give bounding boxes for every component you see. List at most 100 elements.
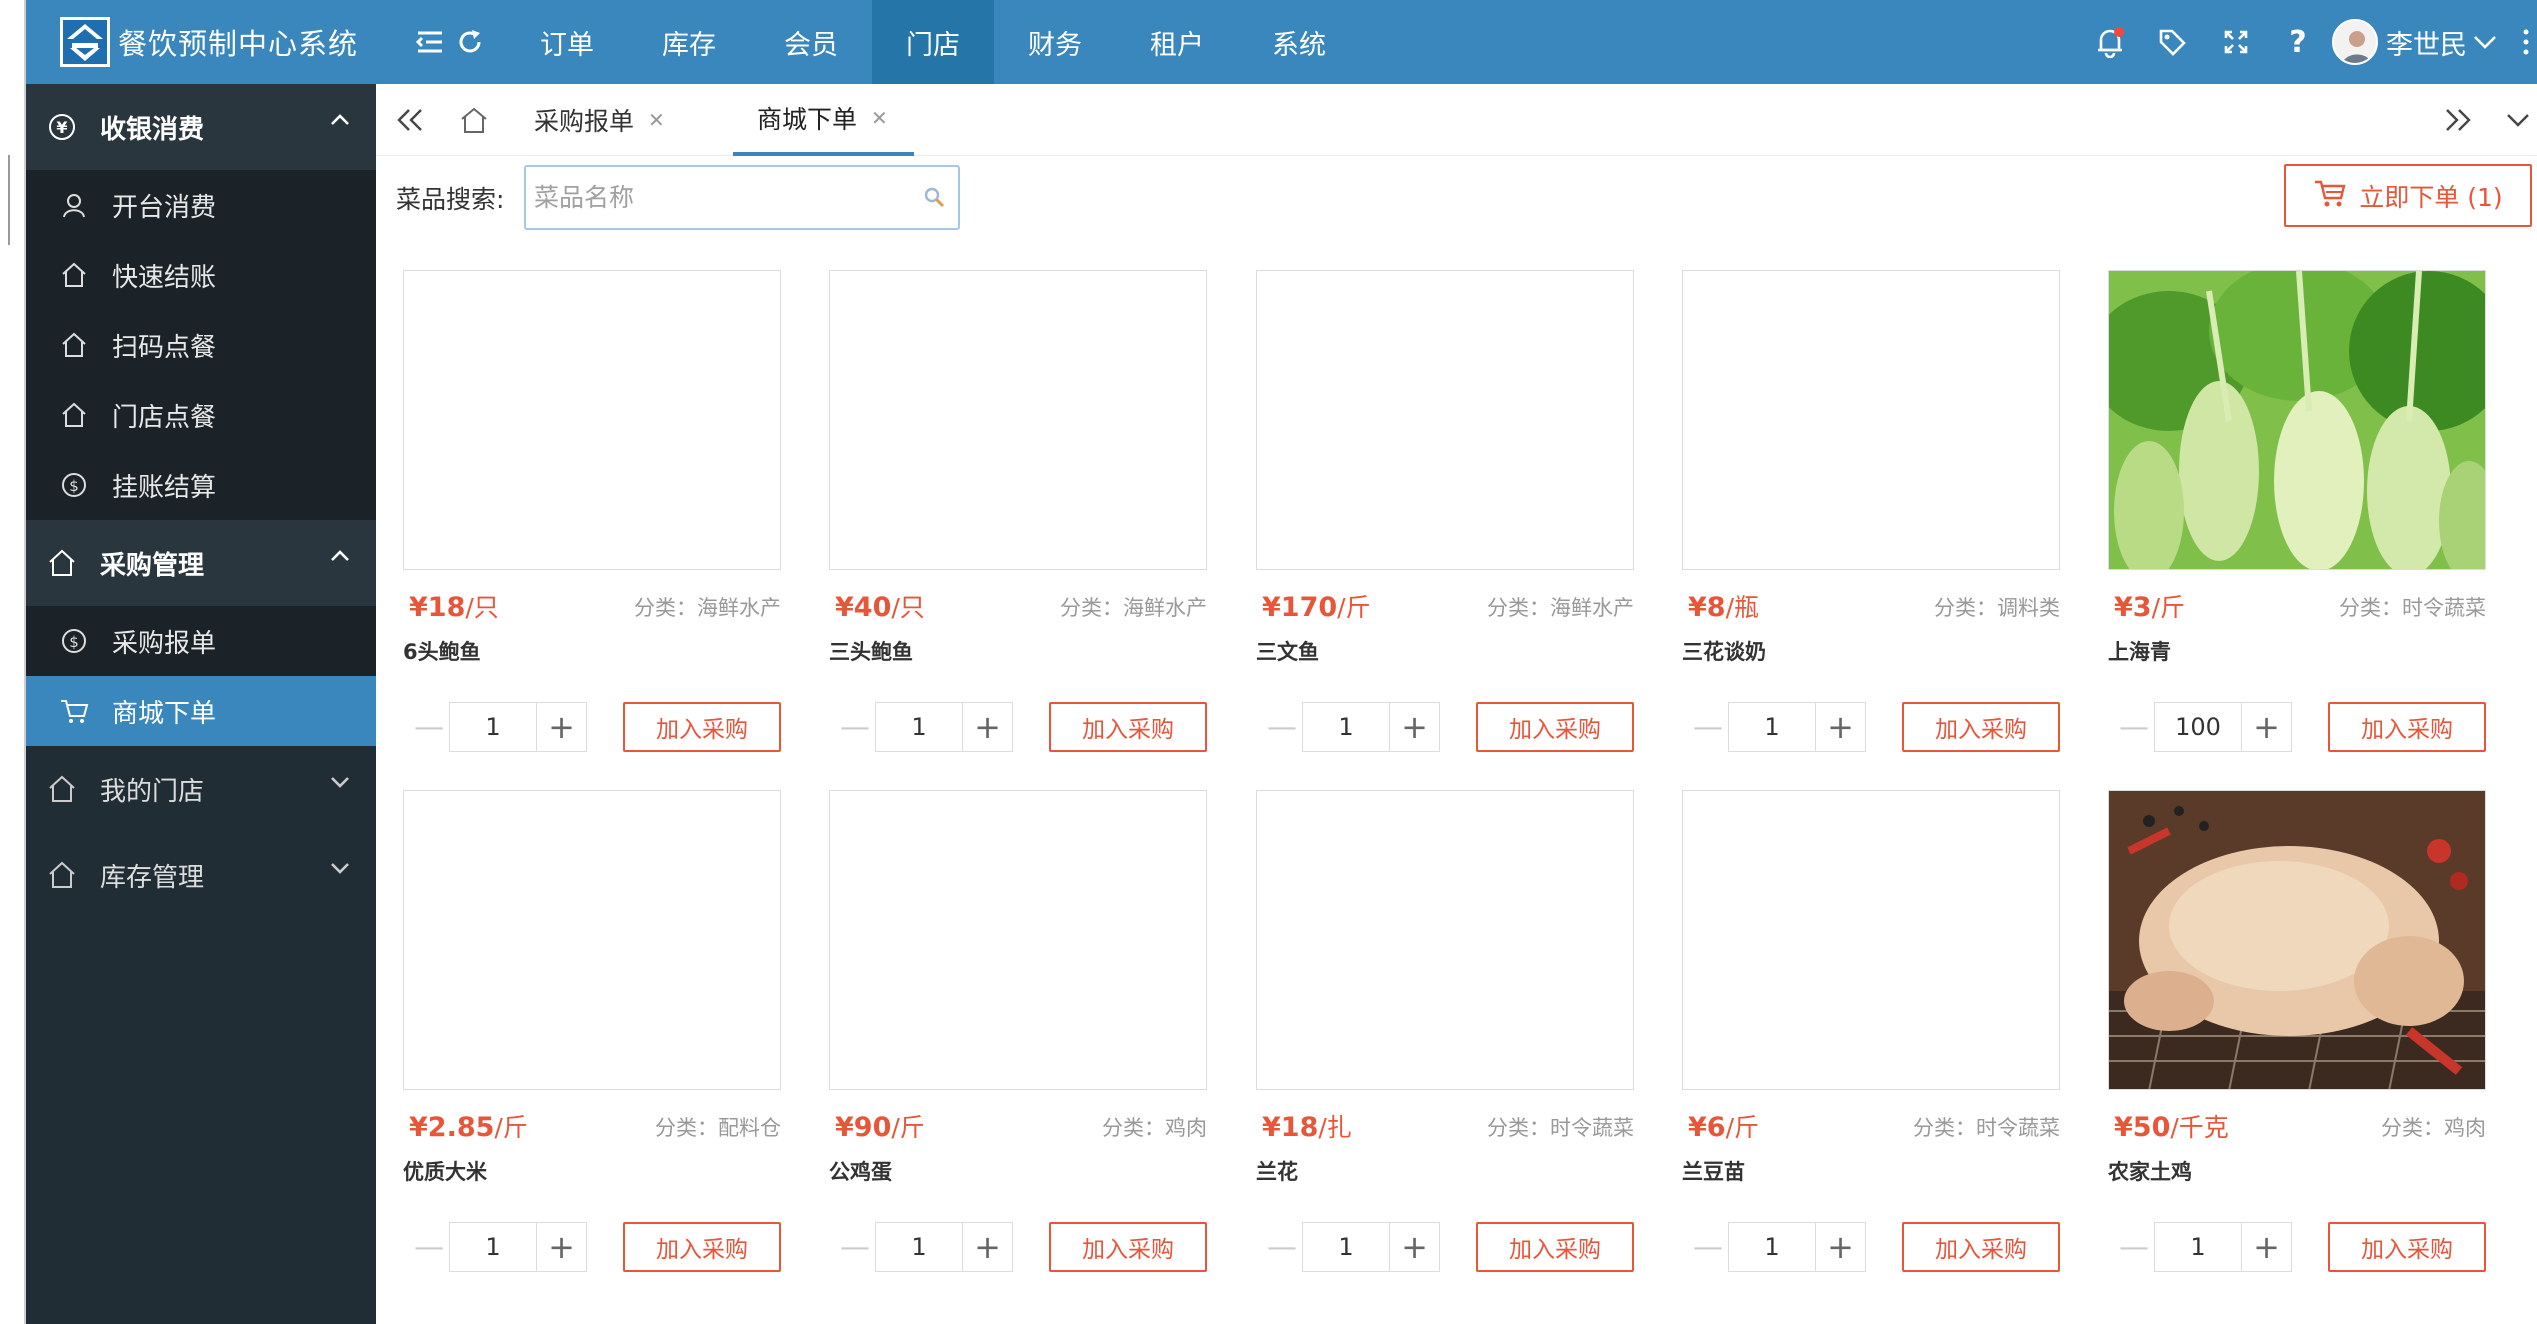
fullscreen-icon[interactable]: [2214, 20, 2258, 64]
price-value: ¥18: [409, 592, 466, 623]
nav-item-tenants[interactable]: 租户: [1116, 0, 1238, 84]
sidebar-item-quick-checkout[interactable]: 快速结账: [26, 240, 376, 310]
sidebar-group-cashier[interactable]: ¥ 收银消费: [26, 84, 376, 170]
tabs-dropdown-icon[interactable]: [2496, 98, 2537, 142]
sidebar-item-mall-order[interactable]: 商城下单: [26, 676, 376, 746]
tab-mall-order[interactable]: 商城下单 ✕: [733, 84, 914, 156]
decrement-button[interactable]: —: [835, 1222, 875, 1272]
quantity-input[interactable]: 1: [449, 702, 537, 752]
add-to-purchase-button[interactable]: 加入采购: [2328, 1222, 2486, 1272]
decrement-button[interactable]: —: [1688, 702, 1728, 752]
sidebar-group-label: 库存管理: [100, 862, 205, 893]
refresh-icon[interactable]: [448, 20, 492, 64]
decrement-button[interactable]: —: [1262, 1222, 1302, 1272]
increment-button[interactable]: +: [1390, 702, 1440, 752]
decrement-button[interactable]: —: [409, 702, 449, 752]
search-input[interactable]: [526, 167, 958, 228]
tab-home-icon[interactable]: [452, 98, 496, 142]
close-icon[interactable]: ✕: [871, 106, 888, 130]
decrement-button[interactable]: —: [835, 702, 875, 752]
resize-grip[interactable]: [8, 155, 14, 245]
nav-item-inventory[interactable]: 库存: [628, 0, 750, 84]
product-category: 分类：配料仓: [655, 1116, 781, 1140]
sidebar-item-credit-settlement[interactable]: $ 挂账结算: [26, 450, 376, 520]
add-to-purchase-button[interactable]: 加入采购: [623, 702, 781, 752]
decrement-button[interactable]: —: [1688, 1222, 1728, 1272]
add-to-purchase-button[interactable]: 加入采购: [1049, 1222, 1207, 1272]
quantity-input[interactable]: 100: [2154, 702, 2242, 752]
tabs-scroll-left-icon[interactable]: [388, 98, 432, 142]
sidebar-item-scan-order[interactable]: 扫码点餐: [26, 310, 376, 380]
add-to-purchase-button[interactable]: 加入采购: [1476, 1222, 1634, 1272]
help-icon[interactable]: ?: [2276, 20, 2320, 64]
decrement-button[interactable]: —: [2114, 702, 2154, 752]
add-to-purchase-button[interactable]: 加入采购: [623, 1222, 781, 1272]
increment-button[interactable]: +: [537, 1222, 587, 1272]
sidebar-item-purchase-report[interactable]: $ 采购报单: [26, 606, 376, 676]
quantity-input[interactable]: 1: [1728, 1222, 1816, 1272]
increment-button[interactable]: +: [2242, 702, 2292, 752]
product-image[interactable]: [2108, 270, 2486, 570]
add-to-purchase-button[interactable]: 加入采购: [2328, 702, 2486, 752]
product-image[interactable]: [1682, 790, 2060, 1090]
product-image[interactable]: [829, 270, 1207, 570]
nav-item-finance[interactable]: 财务: [994, 0, 1116, 84]
nav-item-orders[interactable]: 订单: [506, 0, 628, 84]
increment-button[interactable]: +: [963, 702, 1013, 752]
tag-icon[interactable]: [2150, 20, 2194, 64]
sidebar-group-purchase[interactable]: 采购管理: [26, 520, 376, 606]
search-icon[interactable]: [922, 185, 946, 213]
sidebar-item-open-table[interactable]: 开台消费: [26, 170, 376, 240]
add-to-purchase-button[interactable]: 加入采购: [1902, 1222, 2060, 1272]
decrement-button[interactable]: —: [2114, 1222, 2154, 1272]
price-unit: /斤: [2151, 593, 2186, 622]
logo-area: 餐饮预制中心系统: [26, 0, 376, 84]
tab-purchase-report[interactable]: 采购报单 ✕: [534, 84, 665, 156]
increment-button[interactable]: +: [537, 702, 587, 752]
price-value: ¥50: [2114, 1112, 2171, 1143]
home-icon: [56, 257, 92, 293]
product-image[interactable]: [1256, 790, 1634, 1090]
add-to-purchase-button[interactable]: 加入采购: [1049, 702, 1207, 752]
menu-toggle-icon[interactable]: [408, 20, 452, 64]
sidebar-item-store-order[interactable]: 门店点餐: [26, 380, 376, 450]
quantity-input[interactable]: 1: [1302, 1222, 1390, 1272]
product-card: ¥90/斤 分类：鸡肉 公鸡蛋 — 1 + 加入采购: [829, 790, 1207, 1300]
quantity-input[interactable]: 1: [1302, 702, 1390, 752]
tabs-scroll-right-icon[interactable]: [2436, 98, 2480, 142]
product-image[interactable]: [1256, 270, 1634, 570]
increment-button[interactable]: +: [2242, 1222, 2292, 1272]
decrement-button[interactable]: —: [1262, 702, 1302, 752]
product-card: ¥18/只 分类：海鲜水产 6头鲍鱼 — 1 + 加入采购: [403, 270, 781, 780]
add-to-purchase-button[interactable]: 加入采购: [1476, 702, 1634, 752]
more-vertical-icon[interactable]: [2516, 20, 2536, 64]
add-to-purchase-button[interactable]: 加入采购: [1902, 702, 2060, 752]
sidebar-item-label: 挂账结算: [112, 472, 217, 503]
quantity-input[interactable]: 1: [875, 702, 963, 752]
bell-icon[interactable]: [2088, 20, 2132, 64]
nav-item-members[interactable]: 会员: [750, 0, 872, 84]
decrement-button[interactable]: —: [409, 1222, 449, 1272]
product-image[interactable]: [1682, 270, 2060, 570]
product-image[interactable]: [2108, 790, 2486, 1090]
quantity-stepper: — 1 +: [1262, 1222, 1440, 1272]
quantity-input[interactable]: 1: [875, 1222, 963, 1272]
quantity-input[interactable]: 1: [2154, 1222, 2242, 1272]
nav-item-stores[interactable]: 门店: [872, 0, 994, 84]
sidebar-group-inventory[interactable]: 库存管理: [26, 832, 376, 918]
product-image[interactable]: [403, 270, 781, 570]
place-order-button[interactable]: 立即下单 (1): [2284, 164, 2532, 227]
increment-button[interactable]: +: [963, 1222, 1013, 1272]
product-image[interactable]: [403, 790, 781, 1090]
nav-item-system[interactable]: 系统: [1238, 0, 1360, 84]
quantity-input[interactable]: 1: [449, 1222, 537, 1272]
increment-button[interactable]: +: [1816, 702, 1866, 752]
user-menu[interactable]: 李世民: [2332, 18, 2497, 66]
increment-button[interactable]: +: [1390, 1222, 1440, 1272]
product-name: 兰豆苗: [1682, 1160, 1745, 1184]
close-icon[interactable]: ✕: [648, 108, 665, 132]
product-image[interactable]: [829, 790, 1207, 1090]
increment-button[interactable]: +: [1816, 1222, 1866, 1272]
sidebar-group-my-store[interactable]: 我的门店: [26, 746, 376, 832]
quantity-input[interactable]: 1: [1728, 702, 1816, 752]
